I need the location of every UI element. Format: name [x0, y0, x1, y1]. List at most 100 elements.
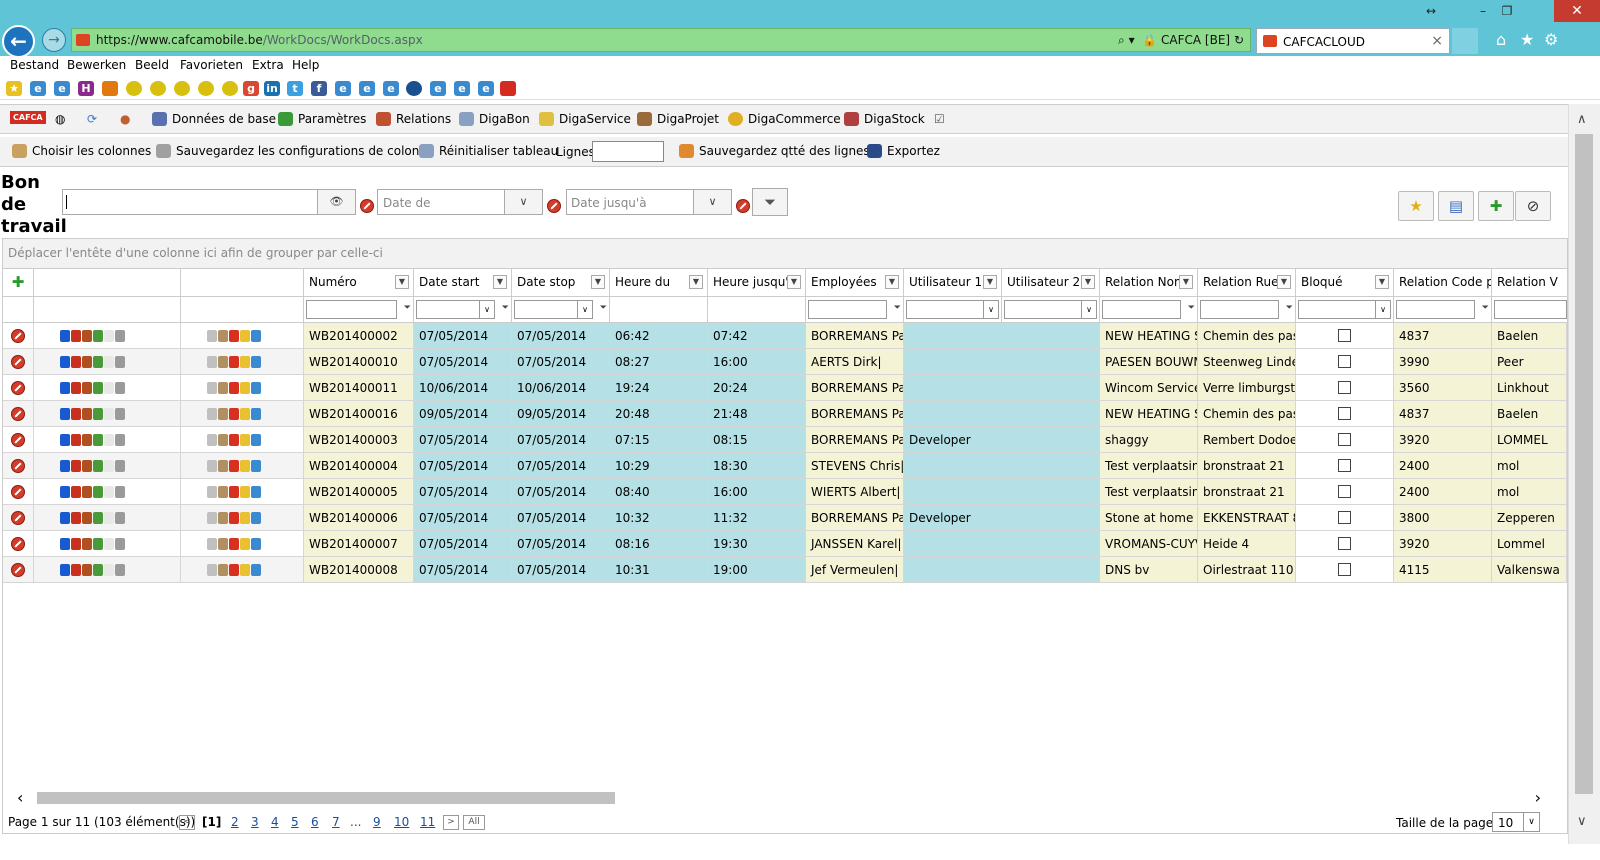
- chevron-down-icon[interactable]: ▼: [983, 275, 997, 289]
- filter-icon[interactable]: ⏷: [1286, 303, 1293, 313]
- info-icon[interactable]: [60, 538, 70, 550]
- filter-icon[interactable]: ⏷: [404, 303, 411, 313]
- document-icon[interactable]: [104, 434, 114, 446]
- gear-icon[interactable]: ⚙: [1544, 30, 1558, 49]
- minimize-button[interactable]: –: [1472, 2, 1494, 20]
- lines-input[interactable]: [592, 141, 664, 162]
- clear-date-from-icon[interactable]: [547, 199, 561, 213]
- chevron-down-icon[interactable]: ▼: [689, 275, 703, 289]
- bloque-checkbox[interactable]: [1338, 433, 1351, 446]
- info-icon[interactable]: [60, 408, 70, 420]
- cell-heure-jusqua[interactable]: 19:30: [708, 531, 806, 557]
- cell-heure-jusqua[interactable]: 19:00: [708, 557, 806, 583]
- search-icon[interactable]: ⌕ ▾: [1118, 33, 1135, 47]
- tag-icon[interactable]: [229, 356, 239, 368]
- cell-bloque[interactable]: [1296, 505, 1394, 531]
- cell-date-start[interactable]: 09/05/2014: [414, 401, 512, 427]
- page-size-select[interactable]: 10 ∨: [1492, 812, 1540, 832]
- cell-relation-code-postal[interactable]: 3920: [1394, 427, 1492, 453]
- ie-icon[interactable]: e: [335, 81, 351, 96]
- cell-date-stop[interactable]: 10/06/2014: [512, 375, 610, 401]
- restore-button[interactable]: ❐: [1496, 2, 1518, 20]
- clock-icon[interactable]: [207, 538, 217, 550]
- filter-icon[interactable]: ⏷: [894, 303, 901, 313]
- cell-relation-nom[interactable]: DNS bv: [1100, 557, 1198, 583]
- cell-utilisateur-1[interactable]: Developer: [904, 505, 1002, 531]
- filter-icon[interactable]: ⏷: [600, 303, 607, 313]
- bulb-icon[interactable]: [93, 330, 103, 342]
- prev-page-button[interactable]: <: [179, 815, 195, 830]
- menu-donnees-de-base[interactable]: Données de base: [152, 112, 276, 126]
- menu-help[interactable]: Help: [292, 58, 319, 72]
- clock-icon[interactable]: [207, 408, 217, 420]
- tag-icon[interactable]: [229, 512, 239, 524]
- add-row-button[interactable]: ✚: [3, 269, 34, 297]
- cell-date-start[interactable]: 07/05/2014: [414, 453, 512, 479]
- refresh-icon[interactable]: ↻: [1234, 33, 1244, 47]
- page-link[interactable]: 4: [271, 815, 279, 829]
- cell-relation-nom[interactable]: Test verplaatsing: [1100, 453, 1198, 479]
- car-icon[interactable]: [71, 538, 81, 550]
- cell-relation-ville[interactable]: LOMMEL: [1492, 427, 1567, 453]
- bookmark-icon[interactable]: [126, 81, 142, 96]
- person-icon[interactable]: [82, 512, 92, 524]
- header-employees[interactable]: Employées ▼: [806, 269, 904, 297]
- globe-icon[interactable]: [251, 356, 261, 368]
- folder-icon[interactable]: [240, 356, 250, 368]
- bulb-icon[interactable]: [93, 512, 103, 524]
- cell-utilisateur-2[interactable]: [1002, 479, 1100, 505]
- filter-input[interactable]: ∨: [514, 300, 593, 319]
- clock-icon[interactable]: [207, 382, 217, 394]
- page-link[interactable]: 9: [373, 815, 381, 829]
- chevron-down-icon[interactable]: ∨: [1081, 301, 1096, 318]
- cell-relation-rue[interactable]: bronstraat 21: [1198, 453, 1296, 479]
- cell-relation-rue[interactable]: Oirlestraat 110: [1198, 557, 1296, 583]
- cell-employees[interactable]: AERTS Dirk|: [806, 349, 904, 375]
- list-icon[interactable]: [218, 512, 228, 524]
- list-icon[interactable]: [218, 460, 228, 472]
- folder-icon[interactable]: [240, 382, 250, 394]
- filter-input[interactable]: ∨: [1004, 300, 1097, 319]
- cafca-logo[interactable]: CAFCA: [10, 111, 46, 124]
- next-page-button[interactable]: >: [443, 815, 459, 830]
- header-utilisateur-1[interactable]: Utilisateur 1 ▼: [904, 269, 1002, 297]
- cell-date-start[interactable]: 07/05/2014: [414, 557, 512, 583]
- car-icon[interactable]: [71, 330, 81, 342]
- cell-bloque[interactable]: [1296, 401, 1394, 427]
- cell-employees[interactable]: STEVENS Chris|: [806, 453, 904, 479]
- cell-relation-rue[interactable]: Heide 4: [1198, 531, 1296, 557]
- delete-row-icon[interactable]: [11, 381, 25, 395]
- chevron-down-icon[interactable]: ▼: [591, 275, 605, 289]
- cell-numero[interactable]: WB201400005: [304, 479, 414, 505]
- car-icon[interactable]: [71, 486, 81, 498]
- clock-icon[interactable]: [207, 434, 217, 446]
- cell-relation-rue[interactable]: Chemin des passe: [1198, 401, 1296, 427]
- cell-numero[interactable]: WB201400002: [304, 323, 414, 349]
- cell-employees[interactable]: JANSSEN Karel|: [806, 531, 904, 557]
- car-icon[interactable]: [71, 408, 81, 420]
- chevron-down-icon[interactable]: ▼: [493, 275, 507, 289]
- group-panel[interactable]: Déplacer l'entête d'une colonne ici afin…: [3, 239, 1567, 269]
- list-icon[interactable]: [218, 330, 228, 342]
- list-icon[interactable]: [218, 486, 228, 498]
- cell-bloque[interactable]: [1296, 453, 1394, 479]
- globe-icon[interactable]: [251, 486, 261, 498]
- bulb-icon[interactable]: [93, 486, 103, 498]
- folder-icon[interactable]: [240, 460, 250, 472]
- cell-bloque[interactable]: [1296, 557, 1394, 583]
- delete-row-icon[interactable]: [11, 407, 25, 421]
- cell-heure-du[interactable]: 10:29: [610, 453, 708, 479]
- cell-relation-rue[interactable]: Chemin des passe: [1198, 323, 1296, 349]
- scrollbar-thumb[interactable]: [1575, 134, 1593, 794]
- cell-relation-nom[interactable]: VROMANS-CUYVE: [1100, 531, 1198, 557]
- cell-heure-du[interactable]: 06:42: [610, 323, 708, 349]
- cell-heure-jusqua[interactable]: 11:32: [708, 505, 806, 531]
- printer-icon[interactable]: [115, 434, 125, 446]
- bloque-checkbox[interactable]: [1338, 329, 1351, 342]
- sync-icon[interactable]: ⟳: [87, 112, 97, 126]
- cell-employees[interactable]: WIERTS Albert|: [806, 479, 904, 505]
- export-button[interactable]: Exportez: [867, 144, 940, 158]
- cell-utilisateur-1[interactable]: [904, 453, 1002, 479]
- cell-date-start[interactable]: 07/05/2014: [414, 505, 512, 531]
- header-bloque[interactable]: Bloqué ▼: [1296, 269, 1394, 297]
